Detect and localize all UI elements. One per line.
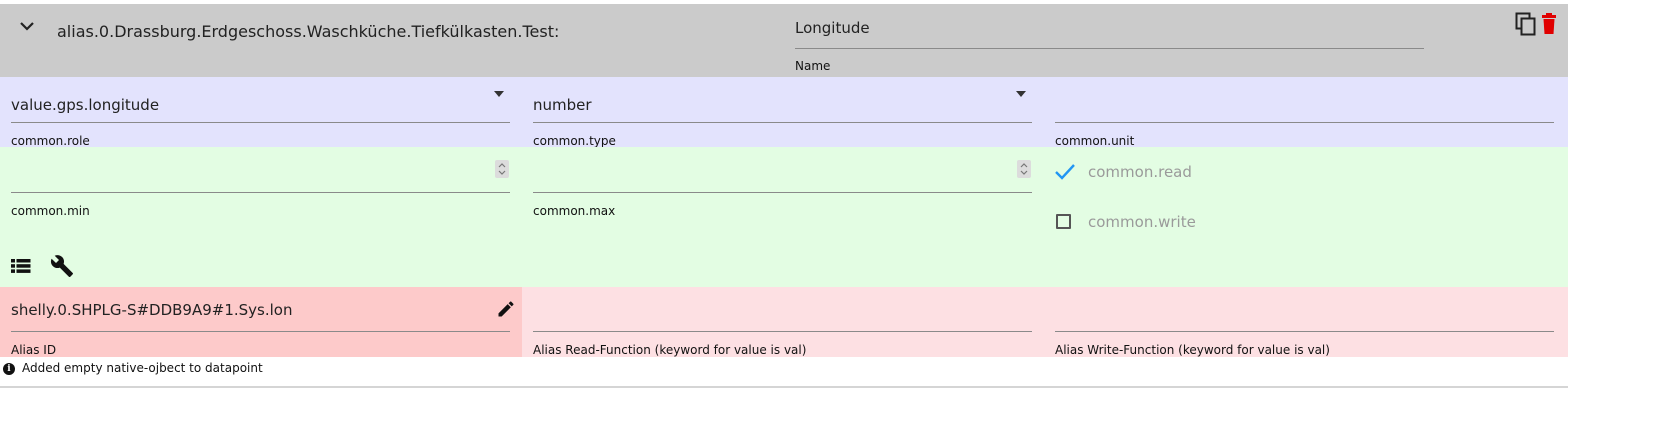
alias-id-input[interactable]: shelly.0.SHPLG-S#DDB9A9#1.Sys.lon <box>11 301 292 319</box>
read-checkbox-label[interactable]: common.read <box>1088 163 1192 181</box>
write-checkbox[interactable] <box>1056 214 1071 229</box>
unit-label: common.unit <box>1055 134 1135 148</box>
min-spinner[interactable] <box>495 160 509 178</box>
write-checkbox-label[interactable]: common.write <box>1088 213 1196 231</box>
max-spinner[interactable] <box>1017 160 1031 178</box>
alias-id-label: Alias ID <box>11 343 57 357</box>
min-input[interactable] <box>11 163 481 183</box>
role-dropdown-icon[interactable] <box>494 91 504 97</box>
alias-id-section: shelly.0.SHPLG-S#DDB9A9#1.Sys.lon Alias … <box>0 287 522 357</box>
unit-underline <box>1055 122 1554 123</box>
name-input[interactable]: Longitude <box>795 19 870 37</box>
min-label: common.min <box>11 204 90 218</box>
alias-id-underline <box>11 331 510 332</box>
info-icon: i <box>3 363 15 375</box>
list-icon[interactable] <box>11 258 31 274</box>
role-select[interactable]: value.gps.longitude <box>11 96 159 114</box>
status-message: Added empty native-ojbect to datapoint <box>22 361 263 375</box>
copy-icon[interactable] <box>1515 12 1537 36</box>
min-underline <box>11 192 510 193</box>
write-function-input[interactable] <box>1055 301 1554 321</box>
alias-header: alias.0.Drassburg.Erdgeschoss.Waschküche… <box>0 4 1568 77</box>
max-underline <box>533 192 1032 193</box>
read-function-label: Alias Read-Function (keyword for value i… <box>533 343 807 357</box>
write-function-label: Alias Write-Function (keyword for value … <box>1055 343 1330 357</box>
common-role-type-unit-row: value.gps.longitude common.role number c… <box>0 77 1568 148</box>
name-label: Name <box>795 59 831 73</box>
write-function-underline <box>1055 331 1554 332</box>
read-checkmark-icon[interactable] <box>1054 163 1076 181</box>
footer-divider <box>0 386 1568 388</box>
alias-path-title: alias.0.Drassburg.Erdgeschoss.Waschküche… <box>57 22 560 41</box>
unit-input[interactable] <box>1055 96 1554 116</box>
alias-id-functions-row: shelly.0.SHPLG-S#DDB9A9#1.Sys.lon Alias … <box>0 287 1568 357</box>
type-select[interactable]: number <box>533 96 592 114</box>
type-label: common.type <box>533 134 616 148</box>
max-input[interactable] <box>533 163 1003 183</box>
pencil-icon[interactable] <box>496 299 516 319</box>
chevron-down-icon[interactable] <box>18 18 36 32</box>
role-underline <box>11 122 510 123</box>
name-input-underline <box>795 48 1424 49</box>
type-underline <box>533 122 1032 123</box>
alias-editor-panel: alias.0.Drassburg.Erdgeschoss.Waschküche… <box>0 4 1568 357</box>
read-function-input[interactable] <box>533 301 1032 321</box>
common-min-max-access-row: common.min common.max common.read common… <box>0 147 1568 287</box>
wrench-icon[interactable] <box>50 254 74 278</box>
read-function-underline <box>533 331 1032 332</box>
role-label: common.role <box>11 134 90 148</box>
delete-icon[interactable] <box>1541 13 1557 35</box>
max-label: common.max <box>533 204 616 218</box>
type-dropdown-icon[interactable] <box>1016 91 1026 97</box>
